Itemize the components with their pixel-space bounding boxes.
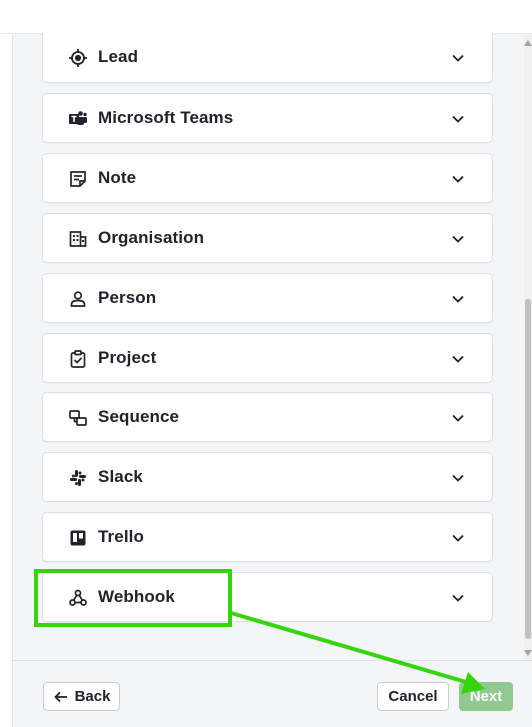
app-item-lead[interactable]: Lead (42, 33, 493, 83)
chevron-down-icon (452, 355, 464, 363)
microsoft-teams-icon (68, 109, 88, 129)
app-item-label: Organisation (98, 228, 205, 247)
annotation-highlight-box (34, 569, 232, 627)
app-item-project[interactable]: Project (42, 333, 493, 383)
app-item-label: Project (98, 348, 157, 367)
person-icon (68, 289, 88, 309)
app-item-label: Microsoft Teams (98, 108, 234, 127)
app-item-note[interactable]: Note (42, 153, 493, 203)
chevron-down-icon (452, 295, 464, 303)
chevron-down-icon (452, 235, 464, 243)
chevron-down-icon (452, 175, 464, 183)
app-item-label: Person (98, 288, 157, 307)
app-item-label: Lead (98, 47, 139, 66)
cancel-button[interactable]: Cancel (377, 682, 449, 711)
scrollbar[interactable] (524, 34, 532, 660)
chevron-down-icon (452, 115, 464, 123)
chevron-down-icon (452, 534, 464, 542)
app-item-label: Note (98, 168, 137, 187)
building-icon (68, 229, 88, 249)
sequence-icon (68, 408, 88, 428)
chevron-down-icon (452, 414, 464, 422)
app-item-sequence[interactable]: Sequence (42, 392, 493, 442)
chevron-down-icon (452, 474, 464, 482)
top-bar (0, 0, 532, 34)
app-item-person[interactable]: Person (42, 273, 493, 323)
app-item-trello[interactable]: Trello (42, 512, 493, 562)
next-button-label: Next (469, 688, 503, 705)
next-button[interactable]: Next (459, 682, 513, 711)
note-icon (68, 169, 88, 189)
app-frame: Lead Microsoft Teams Note Organisation P… (0, 0, 532, 727)
scroll-up-icon[interactable] (524, 40, 532, 46)
app-item-label: Sequence (98, 407, 180, 426)
cancel-button-label: Cancel (388, 688, 438, 705)
app-item-organisation[interactable]: Organisation (42, 213, 493, 263)
trello-icon (68, 528, 88, 548)
app-item-microsoft-teams[interactable]: Microsoft Teams (42, 93, 493, 143)
app-item-label: Trello (98, 527, 144, 546)
app-item-slack[interactable]: Slack (42, 452, 493, 502)
slack-icon (68, 468, 88, 488)
arrow-left-icon (53, 689, 69, 705)
chevron-down-icon (452, 594, 464, 602)
app-item-label: Slack (98, 467, 143, 486)
clipboard-check-icon (68, 349, 88, 369)
scroll-thumb[interactable] (525, 299, 531, 639)
back-button-label: Back (74, 688, 111, 705)
target-icon (68, 48, 88, 68)
chevron-down-icon (452, 54, 464, 62)
scroll-down-icon[interactable] (524, 650, 532, 656)
back-button[interactable]: Back (43, 682, 120, 711)
